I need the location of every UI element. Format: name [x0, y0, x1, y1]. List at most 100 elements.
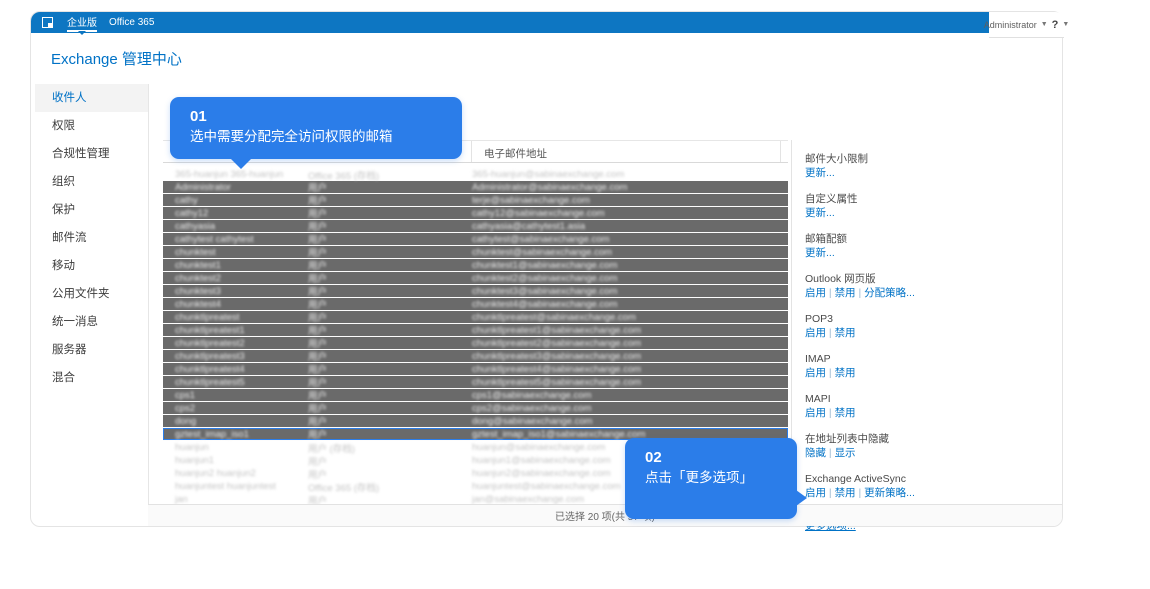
section-links: 启用 | 禁用 | 分配策略... [805, 286, 1057, 301]
cell-type: 用户 [308, 375, 472, 389]
cell-email: Administrator@sabinaexchange.com [472, 182, 788, 193]
callout-tail-right [796, 490, 807, 506]
section-links: 更新... [805, 206, 1057, 221]
action-link[interactable]: 更新... [805, 247, 835, 259]
cell-name: chunktlpreatest3 [163, 351, 308, 362]
table-row[interactable]: chunktlpreatest1用户chunktlpreatest1@sabin… [163, 324, 788, 337]
table-row[interactable]: chunktlpreatest3用户chunktlpreatest3@sabin… [163, 350, 788, 363]
sidebar-item-protection[interactable]: 保护 [35, 196, 148, 224]
table-row[interactable]: cps2用户cps2@sabinaexchange.com [163, 402, 788, 415]
column-divider [780, 141, 781, 162]
user-menu[interactable]: Administrator ▼ ? ▼ [989, 12, 1064, 38]
action-link[interactable]: 启用 [805, 487, 826, 499]
callout-step-number: 01 [190, 107, 442, 127]
office-topbar: 企业版 Office 365 [31, 12, 989, 33]
table-row[interactable]: cathyasia用户cathyasia@cathytest1.asia [163, 220, 788, 233]
table-row[interactable]: chunktlpreatest用户chunktlpreatest@sabinae… [163, 311, 788, 324]
sidebar-item-organization[interactable]: 组织 [35, 168, 148, 196]
cell-email: 365-huanjun@sabinaexchange.com [472, 169, 788, 180]
cell-type: 用户 [308, 258, 472, 272]
action-link[interactable]: 禁用 [835, 367, 856, 379]
cell-name: chunktest3 [163, 286, 308, 297]
action-link[interactable]: 禁用 [835, 407, 856, 419]
cell-type: Office 365 (存档) [308, 480, 472, 494]
table-row[interactable]: Administrator用户Administrator@sabinaexcha… [163, 181, 788, 194]
action-link[interactable]: 禁用 [835, 327, 856, 339]
section-title: MAPI [805, 392, 1057, 406]
link-separator: | [826, 287, 835, 299]
cell-type: 用户 [308, 454, 472, 468]
table-row[interactable]: dong用户dong@sabinaexchange.com [163, 415, 788, 428]
cell-email: chunktlpreatest@sabinaexchange.com [472, 312, 788, 323]
cell-name: chunktlpreatest5 [163, 377, 308, 388]
cell-type: 用户 [308, 284, 472, 298]
action-link[interactable]: 更新策略... [864, 487, 915, 499]
sidebar-item-public-folders[interactable]: 公用文件夹 [35, 280, 148, 308]
table-row[interactable]: cathy12用户cathy12@sabinaexchange.com [163, 207, 788, 220]
sidebar-item-compliance[interactable]: 合规性管理 [35, 140, 148, 168]
action-link[interactable]: 禁用 [835, 487, 856, 499]
action-link[interactable]: 启用 [805, 367, 826, 379]
table-row[interactable]: 365-huanjun 365-huanjunOffice 365 (存档)36… [163, 168, 788, 181]
action-link[interactable]: 分配策略... [864, 287, 915, 299]
office365-label: Office 365 [109, 17, 154, 28]
table-row[interactable]: chunktest1用户chunktest1@sabinaexchange.co… [163, 259, 788, 272]
cell-email: cps1@sabinaexchange.com [472, 390, 788, 401]
action-link[interactable]: 显示 [835, 447, 856, 459]
section-title: 邮箱配额 [805, 232, 1057, 246]
cell-name: gztest_imap_iso1 [163, 429, 308, 440]
action-link[interactable]: 启用 [805, 407, 826, 419]
action-link[interactable]: 更新... [805, 207, 835, 219]
table-row[interactable]: chunktest3用户chunktest3@sabinaexchange.co… [163, 285, 788, 298]
action-link[interactable]: 启用 [805, 287, 826, 299]
cell-type: 用户 [308, 362, 472, 376]
cell-email: chunktest2@sabinaexchange.com [472, 273, 788, 284]
details-section: POP3启用 | 禁用 [805, 312, 1057, 341]
cell-email: chunktlpreatest4@sabinaexchange.com [472, 364, 788, 375]
cell-type: 用户 [308, 323, 472, 337]
cell-type: 用户 [308, 388, 472, 402]
table-row[interactable]: chunktlpreatest2用户chunktlpreatest2@sabin… [163, 337, 788, 350]
table-row[interactable]: chunktlpreatest5用户chunktlpreatest5@sabin… [163, 376, 788, 389]
action-link[interactable]: 隐藏 [805, 447, 826, 459]
cell-type: 用户 [308, 219, 472, 233]
cell-name: cathy12 [163, 208, 308, 219]
sidebar-item-hybrid[interactable]: 混合 [35, 364, 148, 392]
table-row[interactable]: chunktest2用户chunktest2@sabinaexchange.co… [163, 272, 788, 285]
section-title: 在地址列表中隐藏 [805, 432, 1057, 446]
sidebar-item-mail-flow[interactable]: 邮件流 [35, 224, 148, 252]
sidebar-item-mobile[interactable]: 移动 [35, 252, 148, 280]
cell-type: 用户 [308, 467, 472, 481]
cell-name: cps1 [163, 390, 308, 401]
section-links: 启用 | 禁用 [805, 366, 1057, 381]
sidebar-item-servers[interactable]: 服务器 [35, 336, 148, 364]
section-title: Exchange ActiveSync [805, 472, 1057, 486]
table-row[interactable]: cathytest cathytest用户cathytest@sabinaexc… [163, 233, 788, 246]
table-row[interactable]: chunktest4用户chunktest4@sabinaexchange.co… [163, 298, 788, 311]
sidebar-item-unified-messaging[interactable]: 统一消息 [35, 308, 148, 336]
details-section: Exchange ActiveSync启用 | 禁用 | 更新策略... [805, 472, 1057, 501]
help-menu[interactable]: ? [1052, 19, 1059, 31]
table-row[interactable]: chunktest用户chunktest@sabinaexchange.com [163, 246, 788, 259]
enterprise-tab[interactable]: 企业版 [67, 14, 97, 32]
email-column-header[interactable]: 电子邮件地址 [484, 146, 547, 161]
action-link[interactable]: 更新... [805, 167, 835, 179]
cell-name: chunktest [163, 247, 308, 258]
action-link[interactable]: 启用 [805, 327, 826, 339]
user-menu-label: Administrator [984, 20, 1037, 30]
sidebar-item-recipients[interactable]: 收件人 [35, 84, 148, 112]
table-row[interactable]: cps1用户cps1@sabinaexchange.com [163, 389, 788, 402]
cell-type: 用户 [308, 206, 472, 220]
cell-email: chunktest3@sabinaexchange.com [472, 286, 788, 297]
section-title: 邮件大小限制 [805, 152, 1057, 166]
cell-type: 用户 [308, 427, 472, 441]
cell-type: 用户 [308, 245, 472, 259]
column-divider [471, 141, 472, 162]
sidebar-item-permissions[interactable]: 权限 [35, 112, 148, 140]
section-links: 启用 | 禁用 [805, 406, 1057, 421]
cell-email: cps2@sabinaexchange.com [472, 403, 788, 414]
table-row[interactable]: cathy用户terje@sabinaexchange.com [163, 194, 788, 207]
action-link[interactable]: 禁用 [835, 287, 856, 299]
table-row[interactable]: chunktlpreatest4用户chunktlpreatest4@sabin… [163, 363, 788, 376]
cell-name: huanjuntest huanjuntest [163, 481, 308, 492]
